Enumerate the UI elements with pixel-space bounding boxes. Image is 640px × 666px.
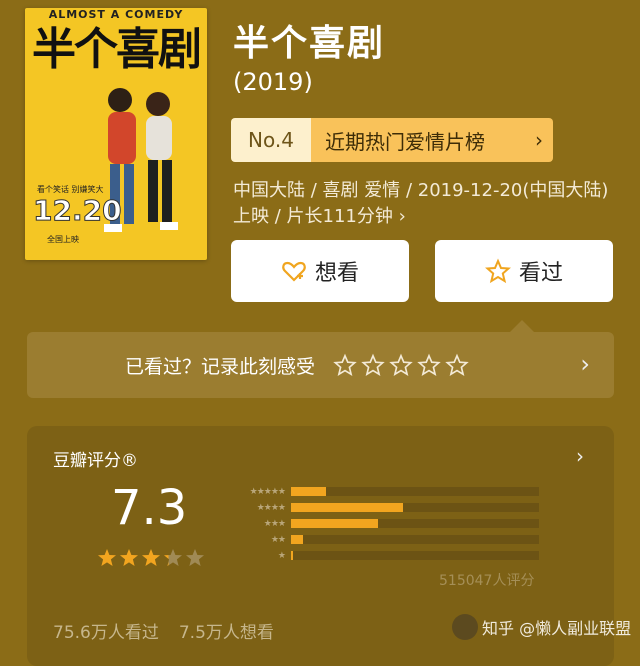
rating-bar-fill: [291, 503, 403, 512]
score-star-icon: [98, 549, 116, 566]
rating-distribution: ★★★★★ ★★★★ ★★★ ★★ ★: [223, 484, 539, 564]
record-feeling-bar[interactable]: 已看过？记录此刻感受 ›: [27, 332, 614, 398]
rating-count: 515047人评分: [439, 573, 535, 589]
score-star-icon: [142, 549, 160, 566]
rating-bar-fill: [291, 551, 294, 560]
rating-bar-track: [291, 535, 539, 544]
chevron-right-icon: ›: [525, 118, 553, 162]
rating-bar-track: [291, 551, 539, 560]
chevron-right-icon: ›: [576, 444, 584, 468]
score-stars: [97, 548, 205, 568]
movie-poster[interactable]: ALMOST A COMEDY 半个喜剧 看个笑话 别嫌笑大 12.20 全国上…: [25, 8, 207, 260]
seen-count: 75.6万人看过: [53, 623, 159, 643]
rating-bar-fill: [291, 487, 326, 496]
rate-star-4-icon[interactable]: [417, 353, 441, 377]
record-prompt: 已看过？记录此刻感受: [125, 355, 316, 378]
rating-bar-stars: ★★★★: [256, 502, 286, 513]
score-star-icon: [186, 549, 204, 566]
seen-label: 看过: [518, 261, 563, 286]
poster-english-title: ALMOST A COMEDY: [48, 8, 184, 21]
star-outline-icon: [485, 258, 511, 284]
watermark-text: 知乎 @懒人副业联盟: [482, 619, 632, 638]
rating-bar-track: [291, 503, 539, 512]
rate-star-2-icon[interactable]: [361, 353, 385, 377]
rating-bar-stars: ★★: [270, 534, 286, 545]
rating-bar-track: [291, 487, 539, 496]
poster-release-date: 12.20: [33, 194, 123, 228]
rating-bar-fill: [291, 519, 378, 528]
rating-bar-row: ★★★★: [223, 500, 539, 515]
rating-header: 豆瓣评分®: [53, 451, 138, 471]
rating-bar-stars: ★: [277, 550, 286, 561]
movie-title: 半个喜剧: [233, 23, 386, 64]
rate-stars[interactable]: [333, 353, 469, 377]
rating-bar-stars: ★★★: [263, 518, 286, 529]
rating-bar-row: ★★★: [223, 516, 539, 531]
rate-star-3-icon[interactable]: [389, 353, 413, 377]
movie-year: (2019): [233, 68, 313, 96]
chevron-right-icon: ›: [580, 350, 590, 378]
score-star-icon: [164, 549, 182, 566]
stats-footer: 75.6万人看过 7.5万人想看: [53, 618, 274, 643]
rating-bar-row: ★★: [223, 532, 539, 547]
rate-star-1-icon[interactable]: [333, 353, 357, 377]
rating-score: 7.3: [111, 480, 188, 536]
heart-plus-icon: [282, 261, 306, 282]
watermark: 知乎 @懒人副业联盟: [452, 614, 631, 640]
rating-bar-track: [291, 519, 539, 528]
rating-bar-row: ★★★★★: [223, 484, 539, 499]
ranking-badge[interactable]: No.4 近期热门爱情片榜 ›: [231, 118, 553, 162]
record-notch: [510, 320, 534, 332]
poster-chinese-title: 半个喜剧: [32, 24, 202, 75]
rank-label: 近期热门爱情片榜: [311, 118, 525, 162]
rating-bar-row: ★: [223, 548, 539, 563]
rank-number: No.4: [231, 118, 311, 162]
movie-info[interactable]: 中国大陆 / 喜剧 爱情 / 2019-12-20(中国大陆)上映 / 片长11…: [233, 178, 623, 230]
rating-bar-stars: ★★★★★: [249, 486, 286, 497]
want-label: 想看: [314, 261, 359, 286]
want-count: 7.5万人想看: [178, 623, 274, 643]
avatar: [452, 614, 478, 640]
score-star-icon: [120, 549, 138, 566]
poster-bottom-text: 全国上映: [47, 235, 79, 244]
rate-star-5-icon[interactable]: [445, 353, 469, 377]
seen-button[interactable]: 看过: [435, 240, 613, 302]
rating-bar-fill: [291, 535, 304, 544]
want-to-watch-button[interactable]: 想看: [231, 240, 409, 302]
